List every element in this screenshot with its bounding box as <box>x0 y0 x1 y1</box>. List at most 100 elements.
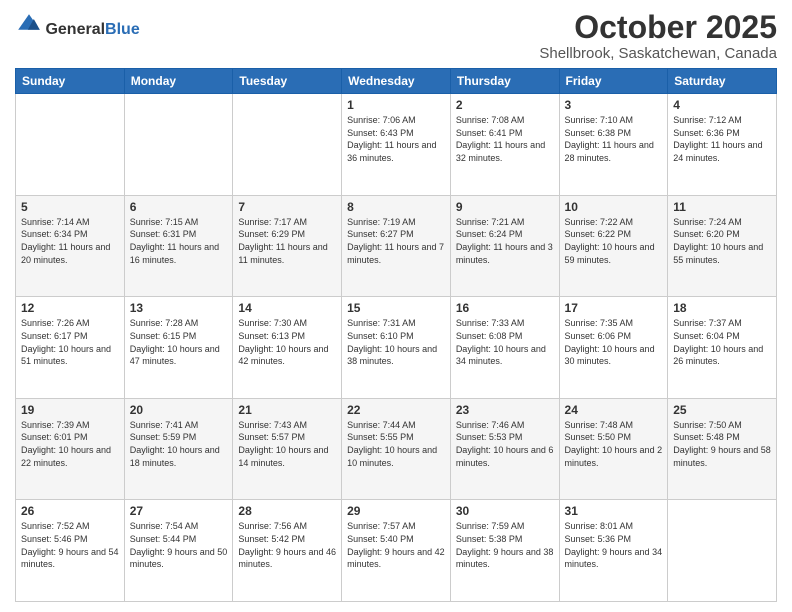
day-info: Sunrise: 7:46 AM Sunset: 5:53 PM Dayligh… <box>456 419 554 469</box>
table-row: 19 Sunrise: 7:39 AM Sunset: 6:01 PM Dayli… <box>16 398 125 500</box>
day-info: Sunrise: 7:08 AM Sunset: 6:41 PM Dayligh… <box>456 114 554 164</box>
day-number: 27 <box>130 504 228 518</box>
table-row: 1 Sunrise: 7:06 AM Sunset: 6:43 PM Daylig… <box>342 94 451 196</box>
calendar-table: Sunday Monday Tuesday Wednesday Thursday… <box>15 68 777 602</box>
table-row: 5 Sunrise: 7:14 AM Sunset: 6:34 PM Daylig… <box>16 195 125 297</box>
table-row: 30 Sunrise: 7:59 AM Sunset: 5:38 PM Dayli… <box>450 500 559 602</box>
col-monday: Monday <box>124 69 233 94</box>
col-thursday: Thursday <box>450 69 559 94</box>
table-row: 15 Sunrise: 7:31 AM Sunset: 6:10 PM Dayli… <box>342 297 451 399</box>
day-number: 13 <box>130 301 228 315</box>
calendar-week-3: 12 Sunrise: 7:26 AM Sunset: 6:17 PM Dayli… <box>16 297 777 399</box>
day-info: Sunrise: 7:30 AM Sunset: 6:13 PM Dayligh… <box>238 317 336 367</box>
day-number: 4 <box>673 98 771 112</box>
calendar-week-4: 19 Sunrise: 7:39 AM Sunset: 6:01 PM Dayli… <box>16 398 777 500</box>
day-info: Sunrise: 7:59 AM Sunset: 5:38 PM Dayligh… <box>456 520 554 570</box>
table-row <box>668 500 777 602</box>
col-tuesday: Tuesday <box>233 69 342 94</box>
table-row: 4Sunrise: 7:12 AM Sunset: 6:36 PM Daylig… <box>668 94 777 196</box>
calendar-week-5: 26 Sunrise: 7:52 AM Sunset: 5:46 PM Dayli… <box>16 500 777 602</box>
logo: GeneralBlue <box>15 10 140 39</box>
col-saturday: Saturday <box>668 69 777 94</box>
day-info: Sunrise: 8:01 AM Sunset: 5:36 PM Dayligh… <box>565 520 663 570</box>
day-info: Sunrise: 7:06 AM Sunset: 6:43 PM Dayligh… <box>347 114 445 164</box>
table-row: 20 Sunrise: 7:41 AM Sunset: 5:59 PM Dayli… <box>124 398 233 500</box>
table-row: 26 Sunrise: 7:52 AM Sunset: 5:46 PM Dayli… <box>16 500 125 602</box>
table-row: 17Sunrise: 7:35 AM Sunset: 6:06 PM Dayli… <box>559 297 668 399</box>
page: GeneralBlue October 2025 Shellbrook, Sas… <box>0 0 792 612</box>
day-number: 21 <box>238 403 336 417</box>
table-row: 13 Sunrise: 7:28 AM Sunset: 6:15 PM Dayli… <box>124 297 233 399</box>
table-row: 8 Sunrise: 7:19 AM Sunset: 6:27 PM Daylig… <box>342 195 451 297</box>
day-info: Sunrise: 7:17 AM Sunset: 6:29 PM Dayligh… <box>238 216 336 266</box>
col-friday: Friday <box>559 69 668 94</box>
table-row: 22Sunrise: 7:44 AM Sunset: 5:55 PM Dayli… <box>342 398 451 500</box>
logo-icon <box>17 10 41 34</box>
table-row: 16Sunrise: 7:33 AM Sunset: 6:08 PM Dayli… <box>450 297 559 399</box>
day-info: Sunrise: 7:22 AM Sunset: 6:22 PM Dayligh… <box>565 216 663 266</box>
table-row: 31Sunrise: 8:01 AM Sunset: 5:36 PM Dayli… <box>559 500 668 602</box>
day-number: 15 <box>347 301 445 315</box>
table-row: 7 Sunrise: 7:17 AM Sunset: 6:29 PM Daylig… <box>233 195 342 297</box>
table-row: 9Sunrise: 7:21 AM Sunset: 6:24 PM Daylig… <box>450 195 559 297</box>
day-number: 1 <box>347 98 445 112</box>
day-info: Sunrise: 7:41 AM Sunset: 5:59 PM Dayligh… <box>130 419 228 469</box>
table-row <box>233 94 342 196</box>
day-number: 6 <box>130 200 228 214</box>
day-number: 23 <box>456 403 554 417</box>
day-info: Sunrise: 7:56 AM Sunset: 5:42 PM Dayligh… <box>238 520 336 570</box>
title-block: October 2025 Shellbrook, Saskatchewan, C… <box>539 10 777 62</box>
calendar-header-row: Sunday Monday Tuesday Wednesday Thursday… <box>16 69 777 94</box>
table-row: 18Sunrise: 7:37 AM Sunset: 6:04 PM Dayli… <box>668 297 777 399</box>
day-info: Sunrise: 7:24 AM Sunset: 6:20 PM Dayligh… <box>673 216 771 266</box>
logo-text: GeneralBlue <box>45 21 139 38</box>
calendar-title: October 2025 <box>539 10 777 45</box>
day-info: Sunrise: 7:39 AM Sunset: 6:01 PM Dayligh… <box>21 419 119 469</box>
table-row: 12 Sunrise: 7:26 AM Sunset: 6:17 PM Dayli… <box>16 297 125 399</box>
day-info: Sunrise: 7:57 AM Sunset: 5:40 PM Dayligh… <box>347 520 445 570</box>
col-sunday: Sunday <box>16 69 125 94</box>
table-row: 28 Sunrise: 7:56 AM Sunset: 5:42 PM Dayli… <box>233 500 342 602</box>
calendar-week-1: 1 Sunrise: 7:06 AM Sunset: 6:43 PM Daylig… <box>16 94 777 196</box>
day-info: Sunrise: 7:21 AM Sunset: 6:24 PM Dayligh… <box>456 216 554 266</box>
table-row: 23 Sunrise: 7:46 AM Sunset: 5:53 PM Dayli… <box>450 398 559 500</box>
day-number: 5 <box>21 200 119 214</box>
calendar-subtitle: Shellbrook, Saskatchewan, Canada <box>539 45 777 62</box>
day-number: 2 <box>456 98 554 112</box>
day-number: 25 <box>673 403 771 417</box>
day-number: 30 <box>456 504 554 518</box>
day-number: 29 <box>347 504 445 518</box>
table-row: 3Sunrise: 7:10 AM Sunset: 6:38 PM Daylig… <box>559 94 668 196</box>
day-number: 3 <box>565 98 663 112</box>
day-number: 11 <box>673 200 771 214</box>
day-info: Sunrise: 7:52 AM Sunset: 5:46 PM Dayligh… <box>21 520 119 570</box>
day-number: 28 <box>238 504 336 518</box>
table-row: 2 Sunrise: 7:08 AM Sunset: 6:41 PM Daylig… <box>450 94 559 196</box>
day-number: 20 <box>130 403 228 417</box>
day-number: 10 <box>565 200 663 214</box>
day-number: 17 <box>565 301 663 315</box>
day-info: Sunrise: 7:26 AM Sunset: 6:17 PM Dayligh… <box>21 317 119 367</box>
calendar-week-2: 5 Sunrise: 7:14 AM Sunset: 6:34 PM Daylig… <box>16 195 777 297</box>
day-info: Sunrise: 7:14 AM Sunset: 6:34 PM Dayligh… <box>21 216 119 266</box>
day-info: Sunrise: 7:28 AM Sunset: 6:15 PM Dayligh… <box>130 317 228 367</box>
day-number: 14 <box>238 301 336 315</box>
table-row: 29 Sunrise: 7:57 AM Sunset: 5:40 PM Dayli… <box>342 500 451 602</box>
logo-block: GeneralBlue <box>15 10 140 39</box>
table-row: 6 Sunrise: 7:15 AM Sunset: 6:31 PM Daylig… <box>124 195 233 297</box>
day-info: Sunrise: 7:19 AM Sunset: 6:27 PM Dayligh… <box>347 216 445 266</box>
day-info: Sunrise: 7:37 AM Sunset: 6:04 PM Dayligh… <box>673 317 771 367</box>
day-info: Sunrise: 7:15 AM Sunset: 6:31 PM Dayligh… <box>130 216 228 266</box>
day-info: Sunrise: 7:50 AM Sunset: 5:48 PM Dayligh… <box>673 419 771 469</box>
table-row: 14 Sunrise: 7:30 AM Sunset: 6:13 PM Dayli… <box>233 297 342 399</box>
day-number: 8 <box>347 200 445 214</box>
day-number: 26 <box>21 504 119 518</box>
header: GeneralBlue October 2025 Shellbrook, Sas… <box>15 10 777 62</box>
table-row <box>124 94 233 196</box>
day-number: 12 <box>21 301 119 315</box>
day-number: 7 <box>238 200 336 214</box>
day-info: Sunrise: 7:31 AM Sunset: 6:10 PM Dayligh… <box>347 317 445 367</box>
table-row: 10 Sunrise: 7:22 AM Sunset: 6:22 PM Dayli… <box>559 195 668 297</box>
day-number: 19 <box>21 403 119 417</box>
day-number: 22 <box>347 403 445 417</box>
